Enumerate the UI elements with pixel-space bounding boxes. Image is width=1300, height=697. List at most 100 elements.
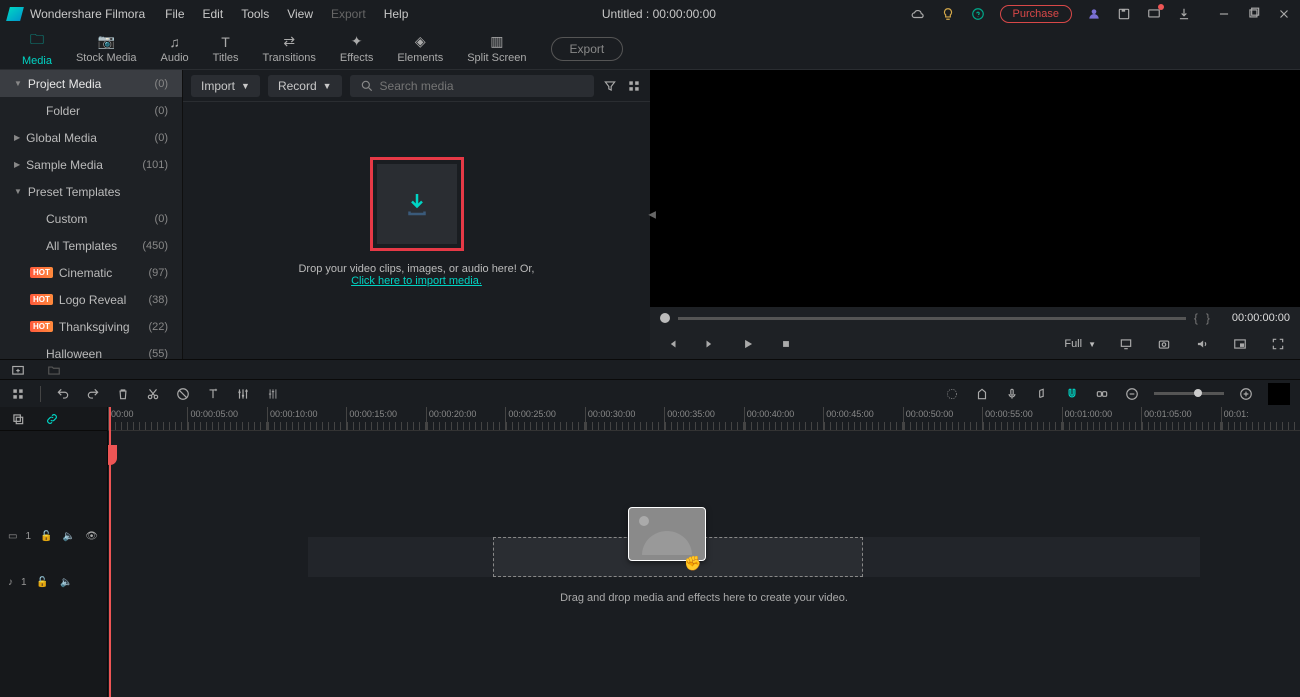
export-button[interactable]: Export bbox=[551, 37, 624, 61]
zoom-out-button[interactable] bbox=[1124, 386, 1140, 402]
audio-track-header[interactable]: ♪1 🔓 🔈 bbox=[0, 559, 107, 605]
display-icon[interactable] bbox=[1118, 336, 1134, 352]
import-dropdown[interactable]: Import▼ bbox=[191, 75, 260, 97]
avatar-icon[interactable] bbox=[1086, 6, 1102, 22]
tab-elements[interactable]: ◈Elements bbox=[385, 29, 455, 68]
folder-icon[interactable] bbox=[46, 362, 62, 378]
keyframe-button[interactable] bbox=[265, 386, 281, 402]
zoom-fit-button[interactable] bbox=[1268, 383, 1290, 405]
fullscreen-icon[interactable] bbox=[1270, 336, 1286, 352]
audio-mixer-icon[interactable] bbox=[1034, 386, 1050, 402]
tab-effects[interactable]: ✦Effects bbox=[328, 29, 385, 68]
visibility-icon[interactable]: 👁 bbox=[84, 528, 99, 544]
magnet-icon[interactable] bbox=[1064, 386, 1080, 402]
sidebar-item-sample-media[interactable]: ▶Sample Media (101) bbox=[0, 151, 182, 178]
sidebar-item-all-templates[interactable]: All Templates (450) bbox=[0, 232, 182, 259]
zoom-slider[interactable] bbox=[1154, 392, 1224, 395]
close-button[interactable] bbox=[1276, 6, 1292, 22]
volume-icon[interactable] bbox=[1194, 336, 1210, 352]
sidebar-item-logo-reveal[interactable]: HOTLogo Reveal (38) bbox=[0, 286, 182, 313]
sidebar-item-cinematic[interactable]: HOTCinematic (97) bbox=[0, 259, 182, 286]
tab-titles[interactable]: TTitles bbox=[201, 30, 251, 68]
message-icon[interactable] bbox=[1146, 6, 1162, 22]
record-dropdown[interactable]: Record▼ bbox=[268, 75, 342, 97]
lightbulb-icon[interactable] bbox=[940, 6, 956, 22]
mark-in-icon[interactable]: { bbox=[1194, 311, 1206, 325]
playhead-handle[interactable] bbox=[108, 445, 117, 465]
sidebar-item-halloween[interactable]: Halloween (55) bbox=[0, 340, 182, 359]
lock-icon[interactable]: 🔓 bbox=[35, 574, 51, 590]
download-icon[interactable] bbox=[1176, 6, 1192, 22]
marker-icon[interactable] bbox=[974, 386, 990, 402]
tab-stock-media[interactable]: 📷Stock Media bbox=[64, 29, 149, 68]
purchase-button[interactable]: Purchase bbox=[1000, 5, 1072, 23]
mark-out-icon[interactable]: } bbox=[1206, 311, 1218, 325]
pip-icon[interactable] bbox=[1232, 336, 1248, 352]
sidebar-item-thanksgiving[interactable]: HOTThanksgiving (22) bbox=[0, 313, 182, 340]
tab-media[interactable]: 🗀Media bbox=[10, 25, 64, 73]
zoom-in-button[interactable] bbox=[1238, 386, 1254, 402]
maximize-button[interactable] bbox=[1246, 6, 1262, 22]
render-icon[interactable] bbox=[944, 386, 960, 402]
play-button[interactable] bbox=[740, 336, 756, 352]
mute-icon[interactable]: 🔈 bbox=[59, 574, 75, 590]
redo-button[interactable] bbox=[85, 386, 101, 402]
sidebar-item-preset-templates[interactable]: ▼Preset Templates bbox=[0, 178, 182, 205]
snapshot-icon[interactable] bbox=[1156, 336, 1172, 352]
scrub-handle[interactable] bbox=[660, 313, 670, 323]
timeline-tracks[interactable]: 00:00 00:00:05:00 00:00:10:00 00:00:15:0… bbox=[108, 407, 1300, 697]
search-input[interactable] bbox=[350, 75, 594, 97]
play-forward-button[interactable] bbox=[702, 336, 718, 352]
menu-edit[interactable]: Edit bbox=[203, 7, 224, 21]
adjust-button[interactable] bbox=[235, 386, 251, 402]
tab-split-screen[interactable]: ▥Split Screen bbox=[455, 29, 538, 68]
new-folder-icon[interactable] bbox=[10, 362, 26, 378]
ruler-tick: 00:00:10:00 bbox=[267, 407, 346, 430]
sidebar-item-global-media[interactable]: ▶Global Media (0) bbox=[0, 124, 182, 151]
crop-button[interactable] bbox=[175, 386, 191, 402]
grid-view-icon[interactable] bbox=[626, 78, 642, 94]
cloud-icon[interactable] bbox=[910, 6, 926, 22]
text-button[interactable] bbox=[205, 386, 221, 402]
track-copy-icon[interactable] bbox=[10, 411, 26, 427]
media-drop-zone[interactable]: Drop your video clips, images, or audio … bbox=[183, 102, 650, 342]
cut-button[interactable] bbox=[145, 386, 161, 402]
voiceover-icon[interactable] bbox=[1004, 386, 1020, 402]
link-icon[interactable] bbox=[1094, 386, 1110, 402]
tab-audio[interactable]: ♫Audio bbox=[149, 30, 201, 68]
sidebar-item-custom[interactable]: Custom (0) bbox=[0, 205, 182, 232]
quality-dropdown[interactable]: Full▼ bbox=[1064, 338, 1096, 350]
save-icon[interactable] bbox=[1116, 6, 1132, 22]
import-button[interactable] bbox=[377, 164, 457, 244]
sidebar-custom-count: (0) bbox=[155, 213, 168, 225]
layout-icon[interactable] bbox=[10, 386, 26, 402]
menu-tools[interactable]: Tools bbox=[241, 7, 269, 21]
timeline-ruler[interactable]: 00:00 00:00:05:00 00:00:10:00 00:00:15:0… bbox=[108, 407, 1300, 431]
preview-viewport[interactable] bbox=[650, 70, 1300, 307]
playhead[interactable] bbox=[109, 407, 111, 697]
video-track-header[interactable]: ▭1 🔓 🔈 👁 bbox=[0, 513, 107, 559]
sidebar-item-project-media[interactable]: ▼Project Media (0) bbox=[0, 70, 182, 97]
track-link-icon[interactable] bbox=[44, 411, 60, 427]
stop-button[interactable] bbox=[778, 336, 794, 352]
mute-icon[interactable]: 🔈 bbox=[62, 528, 77, 544]
tab-transitions[interactable]: ⇄Transitions bbox=[251, 29, 328, 68]
dragged-media-thumbnail[interactable] bbox=[628, 507, 706, 561]
zoom-handle[interactable] bbox=[1194, 389, 1202, 397]
menu-view[interactable]: View bbox=[287, 7, 313, 21]
sidebar-item-folder[interactable]: Folder (0) bbox=[0, 97, 182, 124]
scrub-track[interactable] bbox=[678, 317, 1186, 320]
menu-file[interactable]: File bbox=[165, 7, 184, 21]
import-link[interactable]: Click here to import media. bbox=[351, 275, 482, 287]
menu-help[interactable]: Help bbox=[384, 7, 409, 21]
text-icon: T bbox=[221, 34, 230, 50]
lock-icon[interactable]: 🔓 bbox=[39, 528, 54, 544]
prev-frame-button[interactable] bbox=[664, 336, 680, 352]
panel-collapse-icon[interactable]: ◀ bbox=[648, 209, 656, 220]
filter-icon[interactable] bbox=[602, 78, 618, 94]
delete-button[interactable] bbox=[115, 386, 131, 402]
minimize-button[interactable] bbox=[1216, 6, 1232, 22]
undo-button[interactable] bbox=[55, 386, 71, 402]
help-icon[interactable] bbox=[970, 6, 986, 22]
search-field[interactable] bbox=[380, 79, 584, 93]
